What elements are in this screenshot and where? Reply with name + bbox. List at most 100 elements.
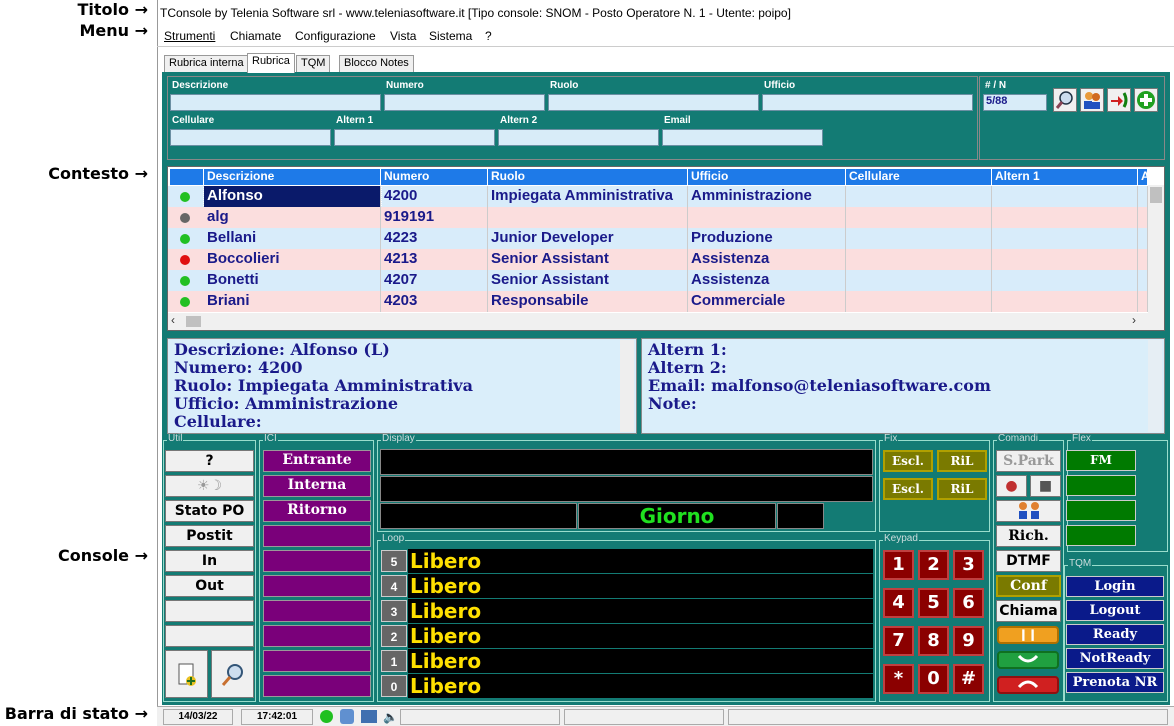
dtmf-button[interactable]: DTMF [996, 550, 1061, 572]
entrante-button[interactable]: Entrante [263, 450, 371, 472]
menu-vista[interactable]: Vista [390, 29, 416, 43]
loop-line[interactable]: Libero [408, 549, 873, 573]
interna-button[interactable]: Interna [263, 475, 371, 497]
menu-chiamate[interactable]: Chiamate [230, 29, 281, 43]
keypad-key[interactable]: * [883, 664, 914, 694]
loop-line[interactable]: Libero [408, 624, 873, 648]
ici-empty-5[interactable] [263, 625, 371, 647]
grid-header-descrizione[interactable]: Descrizione [204, 169, 381, 185]
menu-sistema[interactable]: Sistema [429, 29, 472, 43]
new-note-icon[interactable] [165, 650, 208, 698]
grid-header-ufficio[interactable]: Ufficio [688, 169, 846, 185]
ril-button-2[interactable]: RiL [937, 478, 987, 500]
transfer-call-icon[interactable] [1107, 88, 1131, 112]
numero-field[interactable] [384, 94, 545, 111]
tab-rubrica[interactable]: Rubrica [247, 53, 295, 73]
tqm-login-button[interactable]: Login [1066, 576, 1164, 597]
ici-empty-4[interactable] [263, 600, 371, 622]
ici-empty-7[interactable] [263, 675, 371, 697]
util-empty-button-2[interactable] [165, 625, 254, 647]
grid-header-numero[interactable]: Numero [381, 169, 488, 185]
hangup-icon[interactable] [997, 676, 1059, 694]
tqm-prenota-nr-button[interactable]: Prenota NR [1066, 672, 1164, 693]
descrizione-field[interactable] [170, 94, 381, 111]
search-icon[interactable] [1053, 88, 1077, 112]
email-field[interactable] [662, 129, 823, 146]
stato-po-button[interactable]: Stato PO [165, 500, 254, 522]
ruolo-field[interactable] [548, 94, 759, 111]
hold-icon[interactable]: ❙❙ [997, 626, 1059, 644]
add-icon[interactable] [1134, 88, 1158, 112]
keypad-key[interactable]: 0 [918, 664, 949, 694]
ici-empty-1[interactable] [263, 525, 371, 547]
users-icon[interactable] [1080, 88, 1104, 112]
scroll-left-icon[interactable]: ‹ [171, 313, 175, 327]
keypad-key[interactable]: 5 [918, 588, 949, 618]
keypad-key[interactable]: # [953, 664, 984, 694]
scroll-right-icon[interactable]: › [1132, 313, 1136, 327]
keypad-key[interactable]: 2 [918, 550, 949, 580]
tab-rubrica-interna[interactable]: Rubrica interna [164, 55, 249, 72]
flex-empty-2[interactable] [1066, 500, 1136, 521]
keypad-key[interactable]: 7 [883, 626, 914, 656]
grid-hscrollbar[interactable]: ‹ › [168, 313, 1164, 330]
tqm-logout-button[interactable]: Logout [1066, 600, 1164, 621]
table-row[interactable]: Boccolieri 4213 Senior Assistant Assistenza [168, 249, 1148, 270]
altern1-field[interactable] [334, 129, 495, 146]
ici-empty-3[interactable] [263, 575, 371, 597]
loop-line[interactable]: Libero [408, 599, 873, 623]
ril-button-1[interactable]: RiL [937, 450, 987, 472]
altern2-field[interactable] [498, 129, 659, 146]
escl-button-2[interactable]: Escl. [883, 478, 933, 500]
stop-icon[interactable]: ■ [1030, 475, 1061, 497]
grid-header-more[interactable]: A [1138, 169, 1148, 185]
grid-vscroll-thumb[interactable] [1150, 187, 1162, 203]
tab-blocco-notes[interactable]: Blocco Notes [339, 55, 414, 72]
grid-vscrollbar[interactable] [1148, 185, 1164, 313]
loop-line[interactable]: Libero [408, 649, 873, 673]
grid-hscroll-thumb[interactable] [186, 316, 201, 327]
fm-button[interactable]: FM [1066, 450, 1136, 471]
loop-line[interactable]: Libero [408, 674, 873, 698]
table-row[interactable]: Bonetti 4207 Senior Assistant Assistenza [168, 270, 1148, 291]
speaker-muted-icon[interactable]: 🔈 [383, 710, 398, 724]
table-row[interactable]: Bellani 4223 Junior Developer Produzione [168, 228, 1148, 249]
answer-icon[interactable] [997, 651, 1059, 669]
table-row[interactable]: Alfonso 4200 Impiegata Amministrativa Ammin… [168, 185, 1148, 208]
ici-empty-6[interactable] [263, 650, 371, 672]
day-night-toggle[interactable]: ☀☽ [165, 475, 254, 497]
spark-button[interactable]: S.Park [996, 450, 1061, 472]
chiama-button[interactable]: Chiama [996, 600, 1061, 622]
util-help-button[interactable]: ? [165, 450, 254, 472]
ritorno-button[interactable]: Ritorno [263, 500, 371, 522]
keypad-key[interactable]: 4 [883, 588, 914, 618]
conf-button[interactable]: Conf [996, 575, 1061, 597]
grid-header-ruolo[interactable]: Ruolo [488, 169, 688, 185]
menu-configurazione[interactable]: Configurazione [295, 29, 376, 43]
keypad-key[interactable]: 3 [953, 550, 984, 580]
keypad-key[interactable]: 6 [953, 588, 984, 618]
ufficio-field[interactable] [762, 94, 973, 111]
detail-left-scrollbar[interactable] [620, 340, 634, 432]
detail-right-scrollbar[interactable] [1148, 340, 1162, 432]
cellulare-field[interactable] [170, 129, 331, 146]
contacts-transfer-icon[interactable] [996, 500, 1061, 522]
ici-empty-2[interactable] [263, 550, 371, 572]
in-button[interactable]: In [165, 550, 254, 572]
grid-header-cellulare[interactable]: Cellulare [846, 169, 992, 185]
tab-tqm[interactable]: TQM [296, 55, 331, 72]
tqm-notready-button[interactable]: NotReady [1066, 648, 1164, 669]
menu-strumenti[interactable]: Strumenti [164, 29, 215, 43]
rich-button[interactable]: Rich. [996, 525, 1061, 547]
escl-button-1[interactable]: Escl. [883, 450, 933, 472]
keypad-key[interactable]: 8 [918, 626, 949, 656]
util-empty-button-1[interactable] [165, 600, 254, 622]
search-contact-icon[interactable] [211, 650, 254, 698]
menu-help[interactable]: ? [485, 29, 492, 43]
out-button[interactable]: Out [165, 575, 254, 597]
record-icon[interactable]: ● [996, 475, 1027, 497]
table-row[interactable]: alg 919191 [168, 207, 1148, 228]
keypad-key[interactable]: 9 [953, 626, 984, 656]
keypad-key[interactable]: 1 [883, 550, 914, 580]
grid-header-altern1[interactable]: Altern 1 [992, 169, 1138, 185]
